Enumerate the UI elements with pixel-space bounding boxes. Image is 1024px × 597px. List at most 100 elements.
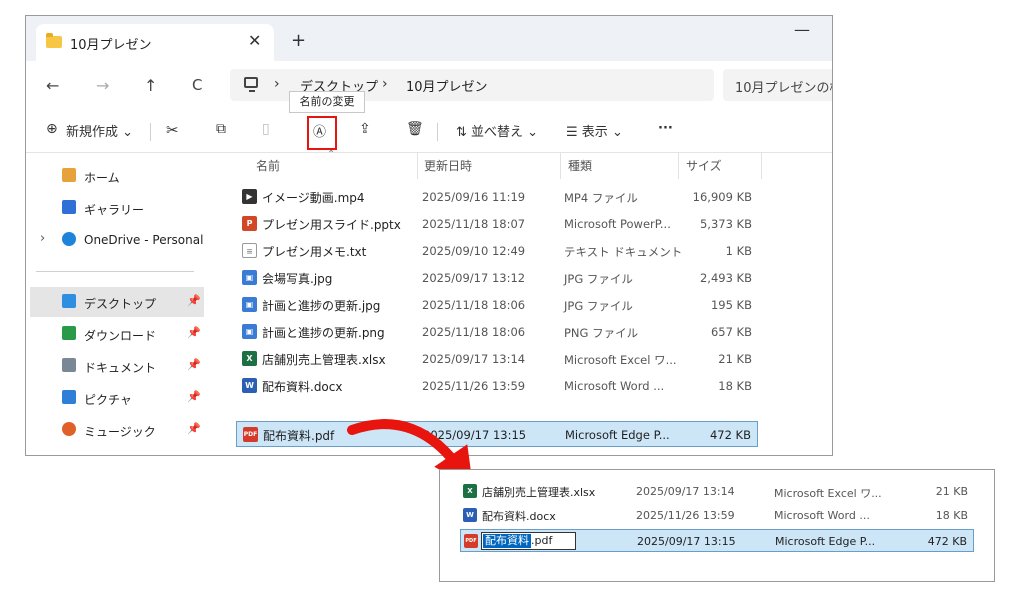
tab-title: 10月プレゼン [70,38,152,53]
image-file-icon: ▣ [242,324,257,339]
file-size: 2,493 KB [699,271,752,285]
sidebar-divider [36,271,194,272]
rename-button-highlight [307,116,337,150]
expand-icon[interactable]: › [40,231,45,246]
column-divider[interactable] [560,153,561,179]
sidebar-item-gallery[interactable]: ギャラリー [26,193,206,223]
file-name: プレゼン用メモ.txt [262,245,367,259]
file-date: 2025/09/17 13:15 [423,428,527,442]
minimize-icon[interactable]: — [794,20,810,39]
file-row[interactable]: W 配布資料.docx 2025/11/26 13:59 Microsoft W… [460,504,974,527]
file-type: テキスト ドキュメント [564,245,683,259]
file-name: 店舗別売上管理表.xlsx [262,353,386,367]
image-file-icon: ▣ [242,297,257,312]
file-explorer-window: 10月プレゼン ✕ + — ← → ↑ C › デスクトップ › 10月プレゼン… [25,15,833,456]
search-input[interactable]: 10月プレゼンの検索 [723,69,832,101]
column-divider[interactable] [678,153,679,179]
column-divider[interactable] [417,153,418,179]
forward-icon[interactable]: → [96,76,109,95]
cut-icon[interactable]: ✂ [166,121,179,139]
sidebar-item-documents[interactable]: ドキュメント 📌 [26,351,206,381]
this-pc-icon[interactable] [244,77,258,92]
view-button[interactable]: ☰ 表示 ⌄ [566,121,623,140]
file-date: 2025/09/17 13:14 [422,352,526,366]
file-name: イメージ動画.mp4 [262,191,365,205]
up-icon[interactable]: ↑ [144,76,157,95]
file-row[interactable]: ≡ プレゼン用メモ.txt 2025/09/10 12:49 テキスト ドキュメ… [236,238,758,264]
file-row-selected[interactable]: PDF 配布資料.pdf 2025/09/17 13:15 Microsoft … [236,421,758,447]
sort-ascending-icon: ⌃ [327,149,336,160]
powerpoint-file-icon: P [242,216,257,231]
sidebar-item-desktop[interactable]: デスクトップ 📌 [30,287,204,317]
word-file-icon: W [463,508,477,522]
rename-input[interactable]: 配布資料 .pdf [481,532,576,550]
file-name: 店舗別売上管理表.xlsx [482,486,596,499]
sidebar-item-music[interactable]: ミュージック 📌 [26,415,206,445]
pin-icon[interactable]: 📌 [187,326,201,339]
rename-tooltip: 名前の変更 [289,91,365,113]
pin-icon[interactable]: 📌 [187,358,201,371]
copy-icon[interactable]: ⧉ [216,121,226,137]
column-header-name[interactable]: 名前 [256,157,280,174]
cloud-icon [62,232,76,246]
rename-selected-text: 配布資料 [483,534,531,548]
paste-icon[interactable]: ▯ [262,121,270,137]
file-row[interactable]: X 店舗別売上管理表.xlsx 2025/09/17 13:14 Microso… [460,480,974,503]
sidebar-item-label: ミュージック [84,425,156,439]
file-type: Microsoft Edge P... [775,535,876,548]
sort-button[interactable]: ⇅ 並べ替え ⌄ [456,121,538,140]
share-icon[interactable]: ⇪ [359,121,371,137]
breadcrumb-current-folder[interactable]: 10月プレゼン [406,76,488,95]
file-row[interactable]: ▣ 会場写真.jpg 2025/09/17 13:12 JPG ファイル 2,4… [236,265,758,291]
file-date: 2025/11/26 13:59 [636,509,735,522]
pdf-file-icon: PDF [464,534,478,548]
pin-icon[interactable]: 📌 [187,294,201,307]
new-button[interactable]: 新規作成 ⌄ [66,121,133,140]
file-size: 195 KB [710,298,752,312]
column-header-date[interactable]: 更新日時 [424,157,472,174]
sidebar-item-label: ダウンロード [84,329,157,343]
file-type: Microsoft Edge P... [565,428,670,442]
file-name: プレゼン用スライド.pptx [262,218,401,232]
gallery-icon [62,200,76,214]
back-icon[interactable]: ← [46,76,59,95]
new-icon[interactable]: ⊕ [46,121,58,137]
close-tab-icon[interactable]: ✕ [248,31,261,50]
sidebar-item-onedrive[interactable]: › OneDrive - Personal [26,225,206,255]
file-row[interactable]: ▶ イメージ動画.mp4 2025/09/16 11:19 MP4 ファイル 1… [236,184,758,210]
text-file-icon: ≡ [242,243,257,258]
word-file-icon: W [242,378,257,393]
file-row-renaming[interactable]: PDF 配布資料 .pdf 2025/09/17 13:15 Microsoft… [460,529,974,552]
column-header-size[interactable]: サイズ [686,157,722,174]
tab-10gatsu-presen[interactable]: 10月プレゼン ✕ [36,24,274,61]
file-type: Microsoft Excel ワ... [564,353,677,367]
file-name: 配布資料.docx [482,510,556,523]
file-row[interactable]: ▣ 計画と進捗の更新.png 2025/11/18 18:06 PNG ファイル… [236,319,758,345]
file-row[interactable]: X 店舗別売上管理表.xlsx 2025/09/17 13:14 Microso… [236,346,758,372]
file-row[interactable]: W 配布資料.docx 2025/11/26 13:59 Microsoft W… [236,373,758,399]
file-row[interactable]: P プレゼン用スライド.pptx 2025/11/18 18:07 Micros… [236,211,758,237]
file-date: 2025/09/17 13:12 [422,271,526,285]
file-name: 配布資料.pdf [263,429,335,443]
file-date: 2025/09/17 13:14 [636,485,735,498]
file-type: Microsoft Word ... [774,509,870,522]
toolbar-divider [437,123,438,141]
more-icon[interactable]: ··· [658,121,673,136]
sidebar-item-downloads[interactable]: ダウンロード 📌 [26,319,206,349]
column-divider[interactable] [761,153,762,179]
file-row[interactable]: ▣ 計画と進捗の更新.jpg 2025/11/18 18:06 JPG ファイル… [236,292,758,318]
refresh-icon[interactable]: C [192,76,202,94]
file-type: PNG ファイル [564,326,639,340]
file-date: 2025/11/18 18:07 [422,217,526,231]
pin-icon[interactable]: 📌 [187,390,201,403]
sidebar-item-home[interactable]: ホーム [26,161,206,191]
file-type: JPG ファイル [564,299,633,313]
tab-bar: 10月プレゼン ✕ + — [26,16,832,61]
file-date: 2025/11/26 13:59 [422,379,526,393]
file-size: 18 KB [935,509,968,522]
column-header-type[interactable]: 種類 [568,157,592,174]
pin-icon[interactable]: 📌 [187,422,201,435]
delete-icon[interactable]: 🗑 [406,121,424,137]
sidebar-item-pictures[interactable]: ピクチャ 📌 [26,383,206,413]
new-tab-icon[interactable]: + [291,30,306,51]
